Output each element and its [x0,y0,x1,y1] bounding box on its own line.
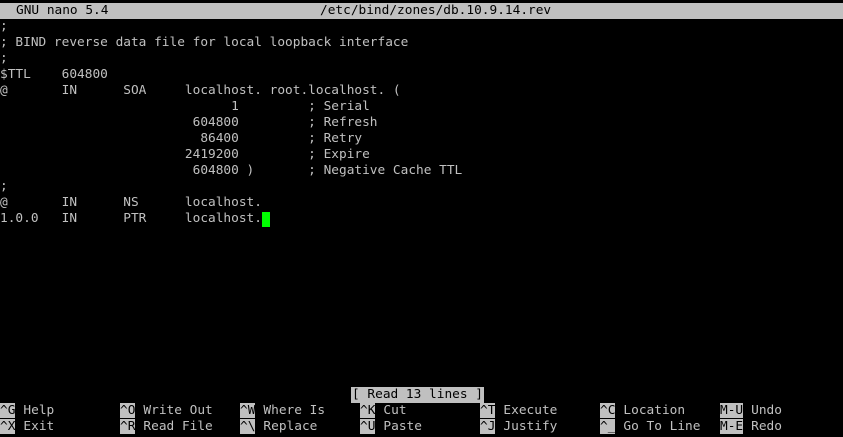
shortcut-label[interactable]: Read File [143,419,212,434]
shortcut-label[interactable]: Location [623,403,685,418]
shortcut-key[interactable]: ^_ [600,419,616,434]
shortcut-label[interactable]: Go To Line [623,419,700,434]
shortcut-location[interactable]: ^C Location [600,403,685,419]
shortcut-execute[interactable]: ^T Execute [480,403,557,419]
editor-line[interactable]: 86400 ; Retry [0,131,362,147]
shortcut-label[interactable]: Help [23,403,54,418]
shortcut-key[interactable]: ^R [120,419,136,434]
shortcut-replace[interactable]: ^\ Replace [240,419,317,435]
shortcut-read-file[interactable]: ^R Read File [120,419,213,435]
shortcut-label[interactable]: Redo [751,419,782,434]
editor-line[interactable]: ; BIND reverse data file for local loopb… [0,35,408,51]
editor-line-text[interactable]: 1.0.0 IN PTR localhost. [0,211,262,226]
shortcut-where-is[interactable]: ^W Where Is [240,403,325,419]
shortcut-cut[interactable]: ^K Cut [360,403,407,419]
shortcut-redo[interactable]: M-E Redo [720,419,782,435]
status-message: [ Read 13 lines ] [351,387,484,403]
shortcut-key[interactable]: ^O [120,403,136,418]
shortcut-key[interactable]: ^G [0,403,16,418]
file-path: /etc/bind/zones/db.10.9.14.rev [320,3,552,18]
shortcut-key[interactable]: ^K [360,403,376,418]
editor-line[interactable]: @ IN NS localhost. [0,195,262,211]
shortcut-label[interactable]: Undo [751,403,782,418]
editor-line[interactable]: 604800 ) ; Negative Cache TTL [0,163,463,179]
shortcut-key[interactable]: ^W [240,403,256,418]
shortcut-key[interactable]: ^T [480,403,496,418]
shortcut-label[interactable]: Exit [23,419,54,434]
title-bar: GNU nano 5.4 /etc/bind/zones/db.10.9.14.… [0,3,843,19]
shortcut-key[interactable]: ^\ [240,419,256,434]
shortcut-undo[interactable]: M-U Undo [720,403,782,419]
shortcut-key[interactable]: ^U [360,419,376,434]
editor-line[interactable]: 604800 ; Refresh [0,115,378,131]
editor-line[interactable]: 2419200 ; Expire [0,147,370,163]
shortcut-exit[interactable]: ^X Exit [0,419,54,435]
shortcut-key[interactable]: ^J [480,419,496,434]
shortcut-key[interactable]: ^C [600,403,616,418]
editor-line[interactable]: ; [0,51,8,67]
editor-line[interactable]: @ IN SOA localhost. root.localhost. ( [0,83,401,99]
shortcut-justify[interactable]: ^J Justify [480,419,557,435]
shortcut-write-out[interactable]: ^O Write Out [120,403,213,419]
shortcut-label[interactable]: Execute [503,403,557,418]
editor-line[interactable]: $TTL 604800 [0,67,108,83]
shortcut-key[interactable]: M-E [720,419,744,434]
shortcut-label[interactable]: Justify [503,419,557,434]
app-version: GNU nano 5.4 [16,3,109,18]
shortcut-help[interactable]: ^G Help [0,403,54,419]
shortcut-label[interactable]: Paste [383,419,422,434]
shortcut-key[interactable]: ^X [0,419,16,434]
editor-line[interactable]: ; [0,179,8,195]
shortcut-label[interactable]: Cut [383,403,406,418]
shortcut-key[interactable]: M-U [720,403,744,418]
editor-line[interactable]: ; [0,19,8,35]
shortcut-label[interactable]: Replace [263,419,317,434]
shortcut-go-to-line[interactable]: ^_ Go To Line [600,419,700,435]
shortcut-paste[interactable]: ^U Paste [360,419,422,435]
editor-line[interactable]: 1 ; Serial [0,99,370,115]
text-cursor [261,212,270,227]
editor-line-current[interactable]: 1.0.0 IN PTR localhost. [0,211,270,227]
shortcut-label[interactable]: Write Out [143,403,212,418]
shortcut-label[interactable]: Where Is [263,403,325,418]
